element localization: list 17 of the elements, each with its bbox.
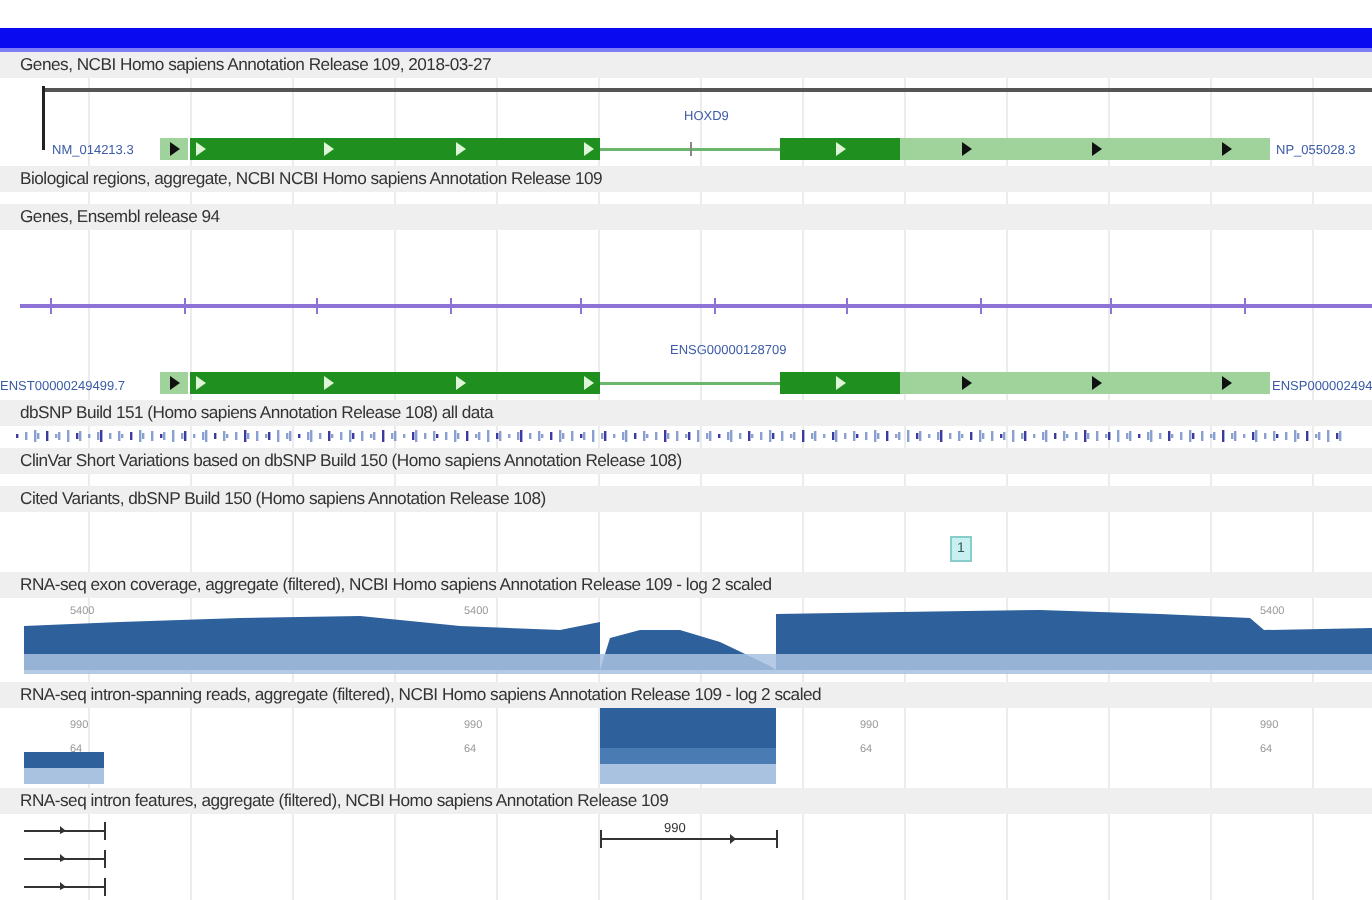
track-title: RNA-seq intron features, aggregate (filtered), NCBI Homo sapiens Annotation Release 109	[0, 788, 1372, 814]
intron-feature[interactable]	[24, 878, 106, 896]
track-title: Cited Variants, dbSNP Build 150 (Homo sapiens Annotation Release 108)	[0, 486, 1372, 512]
transcript-drawing[interactable]	[160, 372, 1270, 394]
track-title: RNA-seq exon coverage, aggregate (filtered), NCBI Homo sapiens Annotation Release 109 - log 2 scaled	[0, 572, 1372, 598]
track-title: Biological regions, aggregate, NCBI NCBI Homo sapiens Annotation Release 109	[0, 166, 1372, 192]
variant-marks-drawing[interactable]	[16, 430, 1342, 442]
intron-feature[interactable]	[600, 830, 778, 848]
transcript-drawing[interactable]	[160, 138, 1270, 160]
intron-feature[interactable]	[24, 850, 106, 868]
track-title: dbSNP Build 151 (Homo sapiens Annotation Release 108) all data	[0, 400, 1372, 426]
track-title: RNA-seq intron-spanning reads, aggregate (filtered), NCBI Homo sapiens Annotation Release 109 - log 2 scaled	[0, 682, 1372, 708]
track-title: ClinVar Short Variations based on dbSNP Build 150 (Homo sapiens Annotation Release 108)	[0, 448, 1372, 474]
track-title: Genes, NCBI Homo sapiens Annotation Release 109, 2018-03-27	[0, 52, 1372, 78]
intron-feature[interactable]	[24, 822, 106, 840]
track-title: Genes, Ensembl release 94	[0, 204, 1372, 230]
read-bar-drawing	[24, 752, 104, 784]
